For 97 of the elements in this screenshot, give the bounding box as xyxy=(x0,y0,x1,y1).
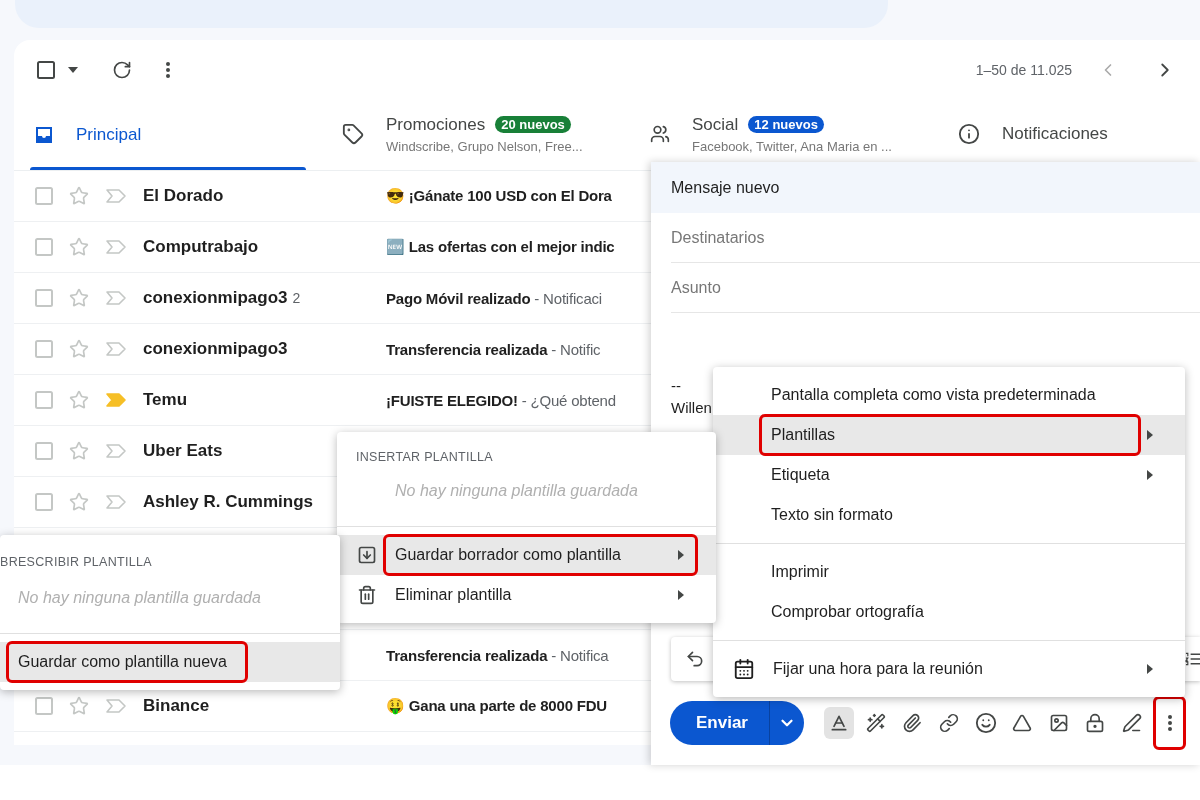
checkbox[interactable] xyxy=(35,187,53,205)
submenu-arrow-icon xyxy=(678,590,684,600)
info-icon xyxy=(958,123,980,145)
checkbox[interactable] xyxy=(35,289,53,307)
importance-marker-icon[interactable] xyxy=(105,188,127,204)
pen-icon xyxy=(1121,713,1142,733)
checkbox[interactable] xyxy=(35,493,53,511)
menu-item[interactable]: Guardar como plantilla nueva xyxy=(0,642,340,682)
tab-senders: Windscribe, Grupo Nelson, Free... xyxy=(386,138,583,154)
checkbox[interactable] xyxy=(35,238,53,256)
tab-senders: Facebook, Twitter, Ana Maria en ... xyxy=(692,138,892,154)
menu-item[interactable]: Texto sin formato xyxy=(713,495,1185,535)
empty-message: No hay ninguna plantilla guardada xyxy=(17,588,262,608)
link-icon xyxy=(938,713,959,733)
undo-icon xyxy=(685,649,705,669)
email-subject: ¡FUISTE ELEGIDO! - ¿Qué obtend xyxy=(386,391,616,409)
email-subject: 🆕 Las ofertas con el mejor indic xyxy=(386,238,615,256)
caret-icon xyxy=(68,67,78,73)
sender-name: conexionmipago3 xyxy=(143,288,288,308)
sender-name: conexionmipago3 xyxy=(143,339,288,359)
menu-item[interactable]: Guardar borrador como plantilla xyxy=(337,535,716,575)
signature-line: -- xyxy=(671,376,681,396)
sender-name: Binance xyxy=(143,696,210,716)
email-subject: Pago Móvil realizado - Notificaci xyxy=(386,289,602,307)
new-count-badge: 20 nuevos xyxy=(495,116,571,133)
thread-count: 2 xyxy=(292,290,301,306)
tab-label: Principal xyxy=(76,125,142,145)
checkbox[interactable] xyxy=(35,340,53,358)
magic-wand-icon xyxy=(865,713,886,733)
importance-marker-icon[interactable] xyxy=(105,494,127,510)
menu-item[interactable]: Eliminar plantilla xyxy=(337,575,716,615)
lock-icon xyxy=(1085,713,1106,733)
star-icon[interactable] xyxy=(69,339,89,359)
tab-label: Social xyxy=(692,114,739,135)
recipients-field[interactable]: Destinatarios xyxy=(671,213,1200,263)
compose-title: Mensaje nuevo xyxy=(671,178,780,197)
star-icon[interactable] xyxy=(69,186,89,206)
sender-name: Ashley R. Cummings xyxy=(143,492,314,512)
more-icon xyxy=(1167,715,1172,731)
email-subject: 😎 ¡Gánate 100 USD con El Dora xyxy=(386,187,612,205)
submenu-arrow-icon xyxy=(1147,664,1153,674)
checkbox[interactable] xyxy=(35,442,53,460)
category-tab[interactable]: Promociones 20 nuevos Windscribe, Grupo Nelson, Free... xyxy=(322,104,630,164)
importance-marker-icon[interactable] xyxy=(105,341,127,357)
star-icon[interactable] xyxy=(69,237,89,257)
star-icon[interactable] xyxy=(69,390,89,410)
email-subject: 🤑 Gana una parte de 8000 FDU xyxy=(386,697,607,715)
menu-item[interactable]: Fijar una hora para la reunión xyxy=(713,649,1185,689)
submenu-arrow-icon xyxy=(678,550,684,560)
star-icon[interactable] xyxy=(69,288,89,308)
importance-marker-icon[interactable] xyxy=(105,290,127,306)
importance-marker-icon[interactable] xyxy=(105,698,127,714)
importance-marker-icon[interactable] xyxy=(105,239,127,255)
image-icon xyxy=(1048,713,1069,733)
submenu-arrow-icon xyxy=(1147,430,1153,440)
menu-item[interactable]: Imprimir xyxy=(713,552,1185,592)
menu-heading: INSERTAR PLANTILLA xyxy=(355,450,494,464)
paperclip-icon xyxy=(902,713,923,733)
submenu-arrow-icon xyxy=(1147,470,1153,480)
menu-item[interactable]: Pantalla completa como vista predeterminada xyxy=(713,375,1185,415)
star-icon[interactable] xyxy=(69,696,89,716)
signature-line: Willen xyxy=(671,398,712,418)
email-subject: Transferencia realizada - Notifica xyxy=(386,646,609,664)
calendar-icon xyxy=(733,658,755,680)
menu-item[interactable]: Etiqueta xyxy=(713,455,1185,495)
star-icon[interactable] xyxy=(69,492,89,512)
tab-label: Promociones xyxy=(386,114,486,135)
text-format-button[interactable] xyxy=(823,707,855,739)
menu-heading: BRESCRIBIR PLANTILLA xyxy=(0,555,153,569)
menu-item[interactable]: Plantillas xyxy=(713,415,1185,455)
sender-name: Temu xyxy=(143,390,188,410)
subject-field[interactable]: Asunto xyxy=(671,263,1200,313)
sender-name: Uber Eats xyxy=(143,441,223,461)
checkbox[interactable] xyxy=(35,697,53,715)
category-tab[interactable]: Principal xyxy=(14,100,322,170)
importance-marker-icon[interactable] xyxy=(105,443,127,459)
trash-icon xyxy=(357,585,377,605)
download-icon xyxy=(357,545,377,565)
people-icon xyxy=(650,124,670,144)
refresh-icon xyxy=(112,60,132,80)
importance-marker-icon[interactable] xyxy=(105,392,127,408)
empty-message: No hay ninguna plantilla guardada xyxy=(394,481,639,501)
smiley-icon xyxy=(974,712,997,734)
tab-label: Notificaciones xyxy=(1002,124,1108,144)
new-count-badge: 12 nuevos xyxy=(748,116,824,133)
menu-item[interactable]: Comprobar ortografía xyxy=(713,592,1185,632)
sender-name: Computrabajo xyxy=(143,237,259,257)
sender-name: El Dorado xyxy=(143,186,224,206)
email-subject: Transferencia realizada - Notific xyxy=(386,340,601,358)
checkbox[interactable] xyxy=(35,391,53,409)
inbox-icon xyxy=(34,125,54,145)
triangle-icon xyxy=(1012,713,1033,733)
more-icon xyxy=(166,62,170,78)
numbered-list-icon xyxy=(1185,652,1200,666)
pagination-text: 1–50 de 11.025 xyxy=(975,62,1072,78)
star-icon[interactable] xyxy=(69,441,89,461)
tag-icon xyxy=(342,123,364,145)
